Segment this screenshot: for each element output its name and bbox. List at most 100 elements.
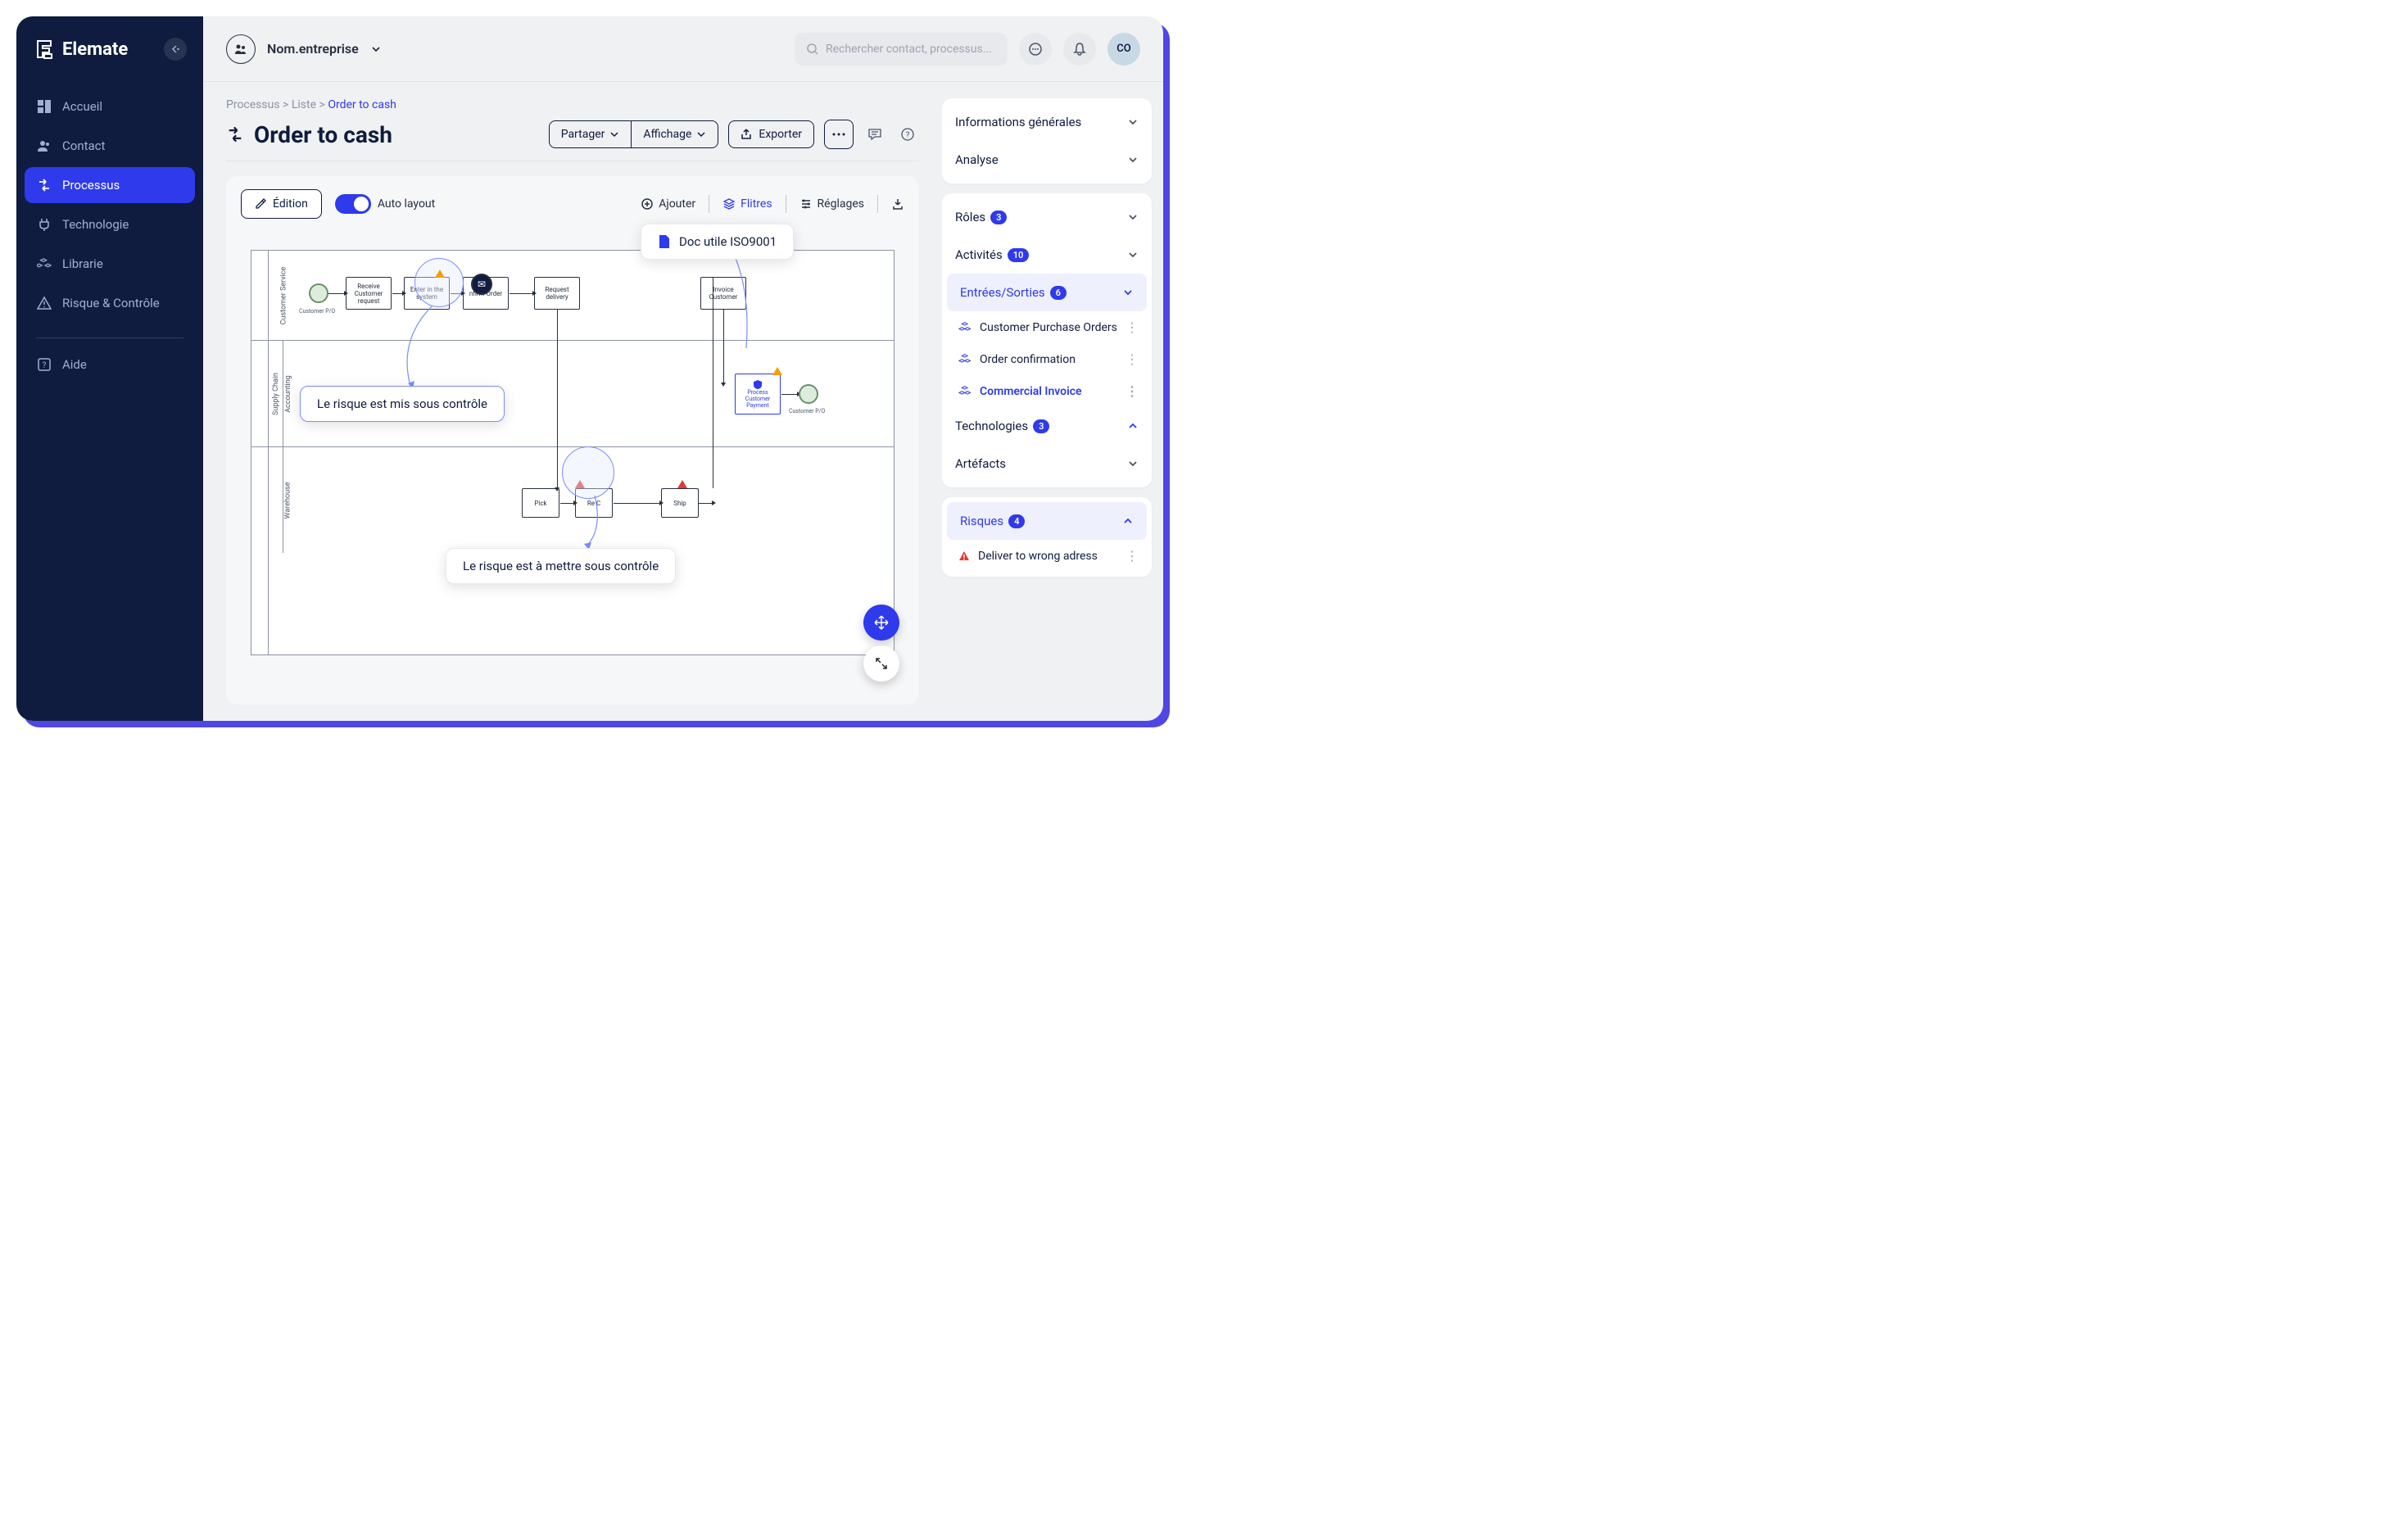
export-button[interactable]: Exporter — [728, 120, 814, 148]
more-button[interactable] — [824, 120, 854, 149]
collapse-sidebar-button[interactable] — [164, 38, 187, 61]
chat-button[interactable] — [1019, 33, 1052, 66]
risk-item[interactable]: Deliver to wrong adress ⋮ — [942, 540, 1152, 572]
more-icon — [832, 133, 845, 136]
row-risks[interactable]: Risques4 — [947, 502, 1147, 540]
bell-button[interactable] — [1063, 33, 1096, 66]
process-icon — [36, 177, 52, 193]
svg-text:?: ? — [906, 131, 910, 140]
panel-details: Rôles3 Activités10 Entrées/Sorties6 Cust… — [942, 193, 1152, 487]
search-icon — [806, 43, 819, 56]
separator — [877, 195, 878, 213]
comment-button[interactable] — [863, 123, 886, 146]
cubes-icon — [958, 353, 972, 366]
org-selector[interactable]: Nom.entreprise — [226, 34, 382, 64]
person-icon — [36, 138, 52, 154]
row-technologies[interactable]: Technologies3 — [942, 407, 1152, 445]
row-activities[interactable]: Activités10 — [942, 236, 1152, 274]
chevron-down-icon — [1127, 116, 1139, 128]
nav-label: Contact — [62, 138, 105, 153]
risk-orange-icon — [435, 270, 445, 278]
org-name: Nom.entreprise — [267, 41, 359, 57]
start-event[interactable] — [309, 283, 328, 303]
add-button[interactable]: Ajouter — [641, 197, 695, 211]
download-button[interactable] — [891, 197, 904, 211]
node-pick[interactable]: Pick — [522, 488, 559, 518]
brand-name: Elemate — [62, 39, 128, 60]
search-input[interactable]: Rechercher contact, processus... — [795, 33, 1008, 66]
nav-processus[interactable]: Processus — [25, 167, 195, 203]
display-button[interactable]: Affichage — [631, 121, 718, 147]
export-icon — [741, 129, 752, 140]
breadcrumb: Processus > Liste > Order to cash — [226, 98, 919, 111]
nav-label: Librarie — [62, 256, 103, 271]
nav-contact[interactable]: Contact — [25, 128, 195, 164]
crumb-active: Order to cash — [328, 98, 396, 111]
main: Nom.entreprise Rechercher contact, proce… — [203, 16, 1163, 721]
sidebar-header: Elemate — [25, 31, 195, 80]
chevron-up-icon — [1122, 515, 1134, 527]
crumb[interactable]: Processus — [226, 98, 280, 111]
settings-button[interactable]: Réglages — [799, 197, 864, 211]
nav-label: Technologie — [62, 217, 129, 232]
io-item-active[interactable]: Commercial Invoice ⋮ — [942, 375, 1152, 407]
chevron-down-icon — [1127, 249, 1139, 260]
help-button[interactable]: ? — [896, 123, 919, 146]
more-icon[interactable]: ⋮ — [1126, 351, 1139, 367]
lane-label: Accounting — [284, 375, 292, 413]
callout-risk-todo[interactable]: Le risque est à mettre sous contrôle — [446, 548, 676, 584]
node-request-delivery[interactable]: Request delivery — [534, 277, 580, 310]
end-event[interactable] — [799, 384, 818, 404]
chevron-down-icon — [696, 129, 706, 139]
share-button[interactable]: Partager — [550, 121, 632, 147]
avatar[interactable]: CO — [1107, 33, 1140, 66]
nav-label: Processus — [62, 178, 120, 192]
node-ship[interactable]: Ship — [661, 488, 699, 518]
nav-help[interactable]: ? Aide — [25, 346, 195, 383]
chevron-down-icon — [1127, 458, 1139, 469]
chevron-down-icon — [1127, 154, 1139, 165]
node-invoice[interactable]: Invoice Customer — [700, 277, 746, 310]
more-icon[interactable]: ⋮ — [1126, 548, 1139, 564]
io-item[interactable]: Customer Purchase Orders ⋮ — [942, 311, 1152, 343]
filters-button[interactable]: Flitres — [722, 197, 772, 211]
cubes-icon — [958, 385, 972, 398]
row-analysis[interactable]: Analyse — [942, 141, 1152, 179]
nav-librarie[interactable]: Librarie — [25, 246, 195, 282]
canvas[interactable]: Édition Auto layout Ajouter Flitres — [226, 176, 919, 704]
crumb[interactable]: Liste — [292, 98, 316, 111]
callout-doc[interactable]: Doc utile ISO9001 — [641, 224, 794, 260]
app-frame: Elemate Accueil Contact Processus Techno… — [16, 16, 1163, 721]
cubes-icon — [36, 256, 52, 272]
content: Processus > Liste > Order to cash Order … — [203, 82, 1163, 721]
message-event-icon[interactable]: ✉ — [471, 274, 492, 295]
fit-view-button[interactable] — [863, 605, 899, 641]
document-icon — [658, 234, 671, 249]
node-label: Customer P/O — [789, 408, 825, 414]
row-artefacts[interactable]: Artéfacts — [942, 445, 1152, 482]
panel-general: Informations générales Analyse — [942, 98, 1152, 183]
nav-technologie[interactable]: Technologie — [25, 206, 195, 242]
page-header: Order to cash Partager Affichage Exporte… — [226, 120, 919, 161]
svg-text:?: ? — [43, 361, 47, 370]
edit-button[interactable]: Édition — [241, 189, 322, 219]
chevron-down-icon — [370, 43, 382, 55]
fullscreen-button[interactable] — [863, 645, 899, 682]
chevron-down-icon — [609, 129, 619, 139]
node-process-payment[interactable]: Process Customer Payment — [735, 374, 781, 414]
node-receive[interactable]: Receive Customer request — [346, 277, 392, 310]
more-icon[interactable]: ⋮ — [1126, 383, 1139, 399]
workspace: Processus > Liste > Order to cash Order … — [203, 82, 942, 721]
row-io[interactable]: Entrées/Sorties6 — [947, 274, 1147, 311]
toggle-switch[interactable] — [335, 194, 371, 214]
auto-layout-toggle[interactable]: Auto layout — [335, 194, 435, 214]
more-icon[interactable]: ⋮ — [1126, 319, 1139, 335]
io-item[interactable]: Order confirmation ⋮ — [942, 343, 1152, 375]
nav-risque[interactable]: Risque & Contrôle — [25, 285, 195, 321]
shield-icon — [753, 379, 763, 389]
callout-risk-controlled[interactable]: Le risque est mis sous contrôle — [300, 386, 505, 422]
row-roles[interactable]: Rôles3 — [942, 198, 1152, 236]
search-placeholder: Rechercher contact, processus... — [826, 43, 992, 56]
row-general[interactable]: Informations générales — [942, 103, 1152, 141]
nav-home[interactable]: Accueil — [25, 88, 195, 125]
